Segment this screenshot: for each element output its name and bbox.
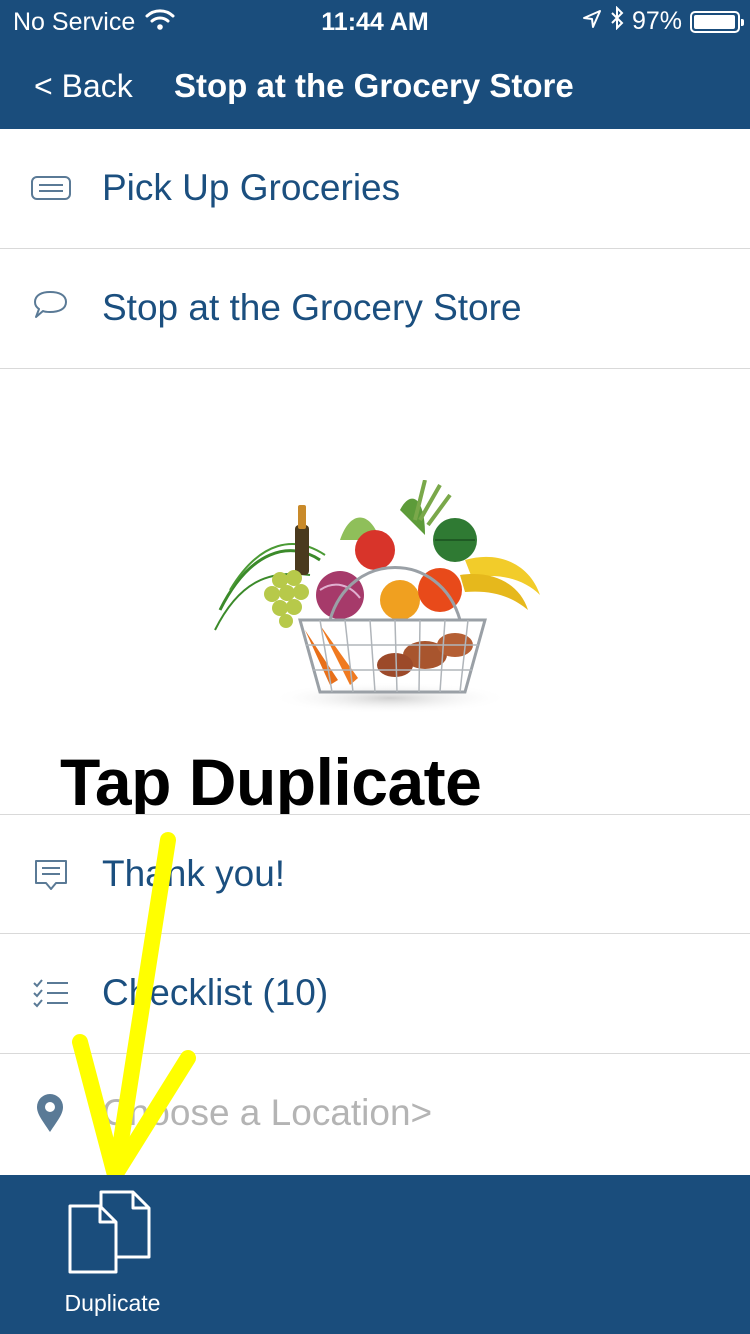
checklist-row-label: Checklist (10)	[102, 972, 329, 1013]
message-row[interactable]: Stop at the Grocery Store	[0, 249, 750, 369]
status-bar: No Service 11:44 AM 97%	[0, 0, 750, 44]
bottom-toolbar: Duplicate	[0, 1175, 750, 1334]
instruction-overlay-text: Tap Duplicate	[60, 745, 482, 819]
text-field-icon	[30, 169, 72, 209]
title-row[interactable]: Pick Up Groceries	[0, 129, 750, 249]
duplicate-label: Duplicate	[64, 1290, 161, 1316]
back-button[interactable]: < Back	[34, 68, 133, 105]
location-arrow-icon	[582, 7, 602, 36]
grocery-basket-image	[210, 479, 550, 730]
note-icon	[30, 855, 72, 895]
bluetooth-icon	[610, 5, 624, 37]
title-row-label: Pick Up Groceries	[102, 167, 401, 208]
duplicate-button[interactable]: Duplicate	[50, 1183, 175, 1323]
location-pin-icon	[30, 1094, 72, 1134]
battery-level	[694, 14, 735, 29]
message-row-label: Stop at the Grocery Store	[102, 287, 522, 328]
note-row[interactable]: Thank you!	[0, 814, 750, 934]
speech-bubble-icon	[30, 289, 72, 329]
battery-percent: 97%	[631, 7, 682, 35]
page-title: Stop at the Grocery Store	[174, 67, 574, 104]
status-right: 97%	[582, 5, 744, 37]
location-row-label: Choose a Location>	[102, 1092, 433, 1133]
note-row-label: Thank you!	[102, 853, 286, 894]
location-row[interactable]: Choose a Location>	[0, 1054, 750, 1175]
battery-icon	[690, 10, 744, 33]
navigation-bar: < Back Stop at the Grocery Store	[0, 44, 750, 129]
checklist-icon	[30, 974, 72, 1014]
checklist-row[interactable]: Checklist (10)	[0, 934, 750, 1054]
duplicate-icon	[68, 1190, 151, 1274]
